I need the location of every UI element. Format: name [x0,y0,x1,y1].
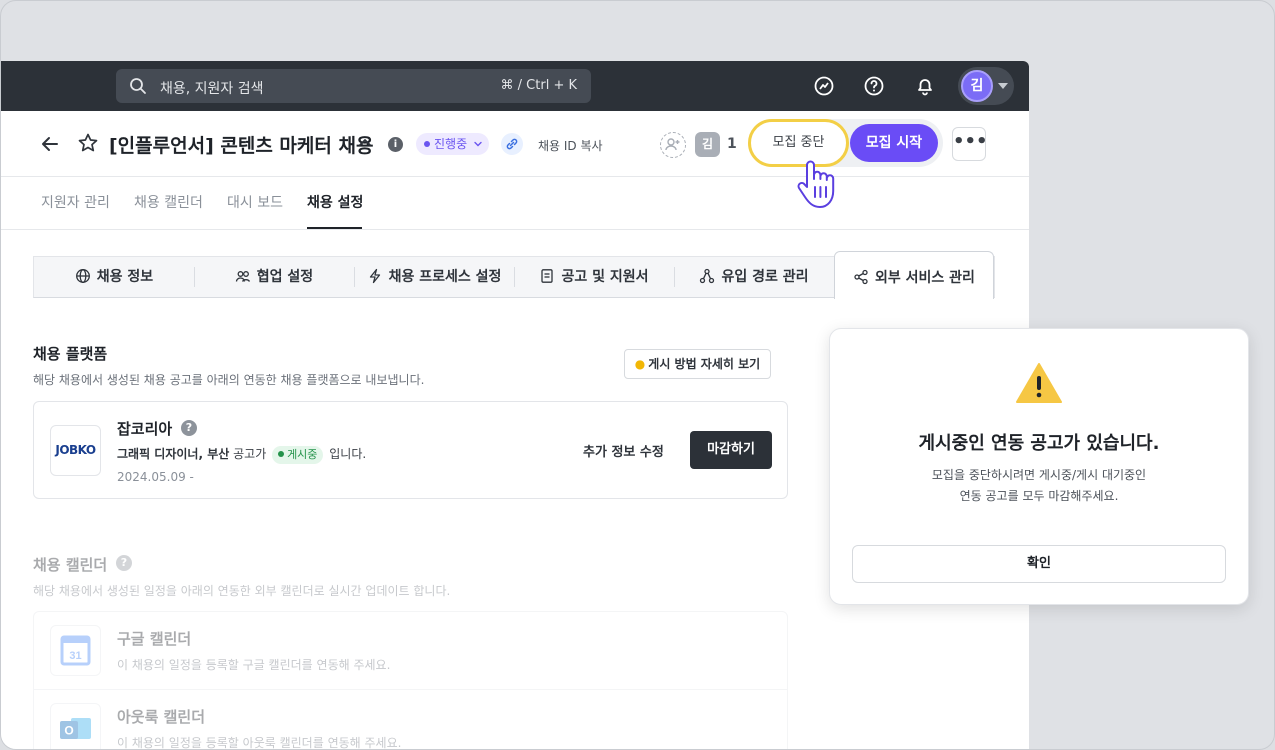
subtab-external-services[interactable]: 외부 서비스 관리 [834,251,994,299]
edit-info-button[interactable]: 추가 정보 수정 [583,441,664,460]
hand-pointer-icon [797,160,835,208]
calendar-description: 이 채용의 일정을 등록할 아웃룩 캘린더를 연동해 주세요. [117,736,402,750]
copy-id-link[interactable]: 채용 ID 복사 [538,137,603,154]
subtab-channels[interactable]: 유입 경로 관리 [674,257,834,297]
profile-menu[interactable]: 김 [958,67,1014,105]
posting-tail: 입니다. [329,447,367,461]
member-avatar[interactable]: 김 [695,132,720,157]
bell-icon[interactable] [914,75,936,97]
star-icon[interactable] [77,132,99,154]
status-dot [424,141,430,147]
posting-summary: 그래픽 디자이너, 부산 공고가 게시중 입니다. [117,445,366,464]
chevron-down-icon [474,141,482,147]
calendar-section-title: 채용 캘린더 [33,556,108,574]
lightning-icon [369,268,380,284]
screen-frame: 채용, 지원자 검색 ⌘ / Ctrl + K 김 [인플루언서] 콘텐츠 마케… [0,0,1275,750]
people-icon [235,271,250,282]
info-icon[interactable]: i [388,137,403,152]
globe-icon [75,269,90,283]
settings-subtabs: 채용 정보 협업 설정 채용 프로세스 설정 공고 및 지원서 유입 경로 관리… [33,251,995,299]
dialog-message-line: 모집을 중단하시려면 게시중/게시 대기중인 [931,468,1147,482]
subtab-postings[interactable]: 공고 및 지원서 [514,257,674,297]
help-icon[interactable]: ? [181,420,197,436]
job-header: [인플루언서] 콘텐츠 마케터 채용 i 진행중 채용 ID 복사 김 1 모집… [1,111,1029,177]
top-bar: 채용, 지원자 검색 ⌘ / Ctrl + K 김 [1,61,1029,111]
posting-suffix: 공고가 [233,447,267,461]
subtab-job-info[interactable]: 채용 정보 [34,257,194,297]
active-tab-indicator [307,227,362,229]
search-icon [130,78,146,94]
dialog-message-line: 연동 공고를 모두 마감해주세요. [959,489,1119,503]
subtab-label: 채용 프로세스 설정 [388,269,502,285]
link-icon[interactable] [501,133,523,155]
guide-button-label: 게시 방법 자세히 보기 [648,357,761,371]
tab-settings[interactable]: 채용 설정 [307,192,363,212]
subtab-label: 공고 및 지원서 [561,269,649,285]
badge-label: 게시중 [287,448,318,461]
subtab-process[interactable]: 채용 프로세스 설정 [354,257,514,297]
google-calendar-icon: 31 [50,625,101,676]
chevron-up-icon[interactable] [357,135,373,151]
posting-date: 2024.05.09 - [117,470,194,484]
calendar-description: 이 채용의 일정을 등록할 구글 캘린더를 연동해 주세요. [117,658,391,672]
jobkorea-logo: JOBKO [50,425,101,476]
posting-guide-button[interactable]: ● 게시 방법 자세히 보기 [624,349,771,379]
subtab-collaboration[interactable]: 협업 설정 [194,257,354,297]
svg-text:31: 31 [69,650,81,662]
add-member-icon[interactable] [660,132,686,158]
subtab-label: 외부 서비스 관리 [875,270,975,286]
avatar: 김 [961,70,993,102]
warning-icon [1016,363,1062,403]
calendar-name: 아웃룩 캘린더 [117,708,206,726]
status-badge[interactable]: 진행중 [416,133,490,155]
status-label: 진행중 [434,137,468,151]
calendar-name: 구글 캘린더 [117,630,192,648]
list-item[interactable]: 31 구글 캘린더 이 채용의 일정을 등록할 구글 캘린더를 연동해 주세요. [34,612,787,688]
page-title: [인플루언서] 콘텐츠 마케터 채용 [109,135,374,157]
subtab-label: 유입 경로 관리 [721,269,809,285]
dialog-message: 모집을 중단하시려면 게시중/게시 대기중인 연동 공고를 모두 마감해주세요. [830,465,1248,507]
platform-name: 잡코리아 [117,420,173,438]
chat-icon[interactable] [813,75,835,97]
jobkorea-card: JOBKO 잡코리아 ? 그래픽 디자이너, 부산 공고가 게시중 입니다. 2… [33,401,788,499]
warning-dialog: 게시중인 연동 공고가 있습니다. 모집을 중단하시려면 게시중/게시 대기중인… [829,328,1249,605]
svg-text:O: O [64,724,73,738]
platform-section-title: 채용 플랫폼 [33,345,108,363]
more-options-button[interactable]: ••• [952,127,988,161]
network-icon [700,268,715,284]
search-placeholder: 채용, 지원자 검색 [160,81,264,97]
document-icon [541,269,554,283]
platform-section-description: 해당 채용에서 생성된 채용 공고를 아래의 연동한 채용 플랫폼으로 내보냅니… [33,373,425,387]
close-posting-button[interactable]: 마감하기 [690,431,772,469]
calendar-list: 31 구글 캘린더 이 채용의 일정을 등록할 구글 캘린더를 연동해 주세요.… [33,611,788,750]
subtab-label: 채용 정보 [96,269,154,285]
tab-calendar[interactable]: 채용 캘린더 [134,192,203,212]
tab-applicants[interactable]: 지원자 관리 [41,192,110,212]
outlook-icon: O [50,703,101,749]
list-item[interactable]: O 아웃룩 캘린더 이 채용의 일정을 등록할 아웃룩 캘린더를 연동해 주세요… [34,689,787,750]
share-icon [854,269,868,285]
status-dot [278,451,285,457]
back-arrow-icon[interactable] [39,133,61,155]
tab-dashboard[interactable]: 대시 보드 [227,192,283,212]
main-tabs: 지원자 관리 채용 캘린더 대시 보드 채용 설정 [1,177,1029,230]
search-shortcut: ⌘ / Ctrl + K [500,78,577,93]
search-input[interactable]: 채용, 지원자 검색 ⌘ / Ctrl + K [116,69,591,103]
confirm-button[interactable]: 확인 [852,545,1226,583]
lightbulb-icon: ● [634,357,646,371]
help-icon[interactable]: ? [116,555,132,571]
status-badge: 게시중 [272,446,324,464]
dialog-title: 게시중인 연동 공고가 있습니다. [918,433,1160,454]
help-icon[interactable] [863,75,885,97]
start-recruit-button[interactable]: 모집 시작 [850,124,938,162]
calendar-section-description: 해당 채용에서 생성된 일정을 아래의 연동한 외부 캘린더로 실시간 업데이트… [33,584,451,598]
subtab-label: 협업 설정 [256,269,314,285]
member-count: 1 [727,136,737,152]
posting-title: 그래픽 디자이너, 부산 [117,447,230,461]
chevron-down-icon [998,83,1008,89]
